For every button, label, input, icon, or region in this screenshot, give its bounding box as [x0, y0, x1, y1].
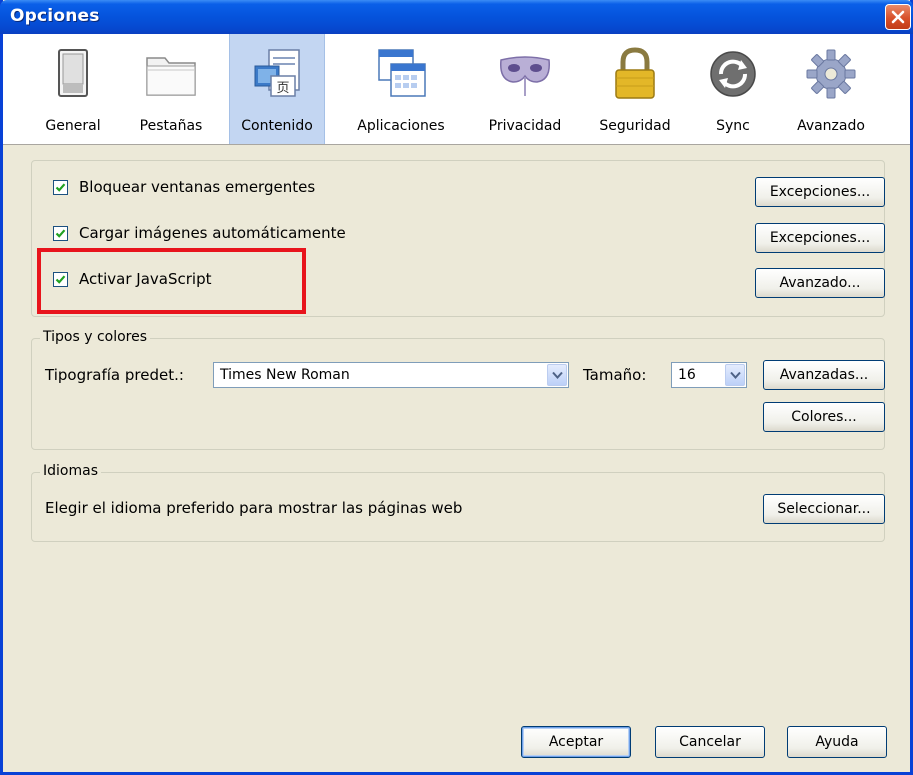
- chevron-down-icon: [730, 371, 741, 379]
- select-languages-button[interactable]: Seleccionar...: [763, 494, 885, 524]
- font-size-label: Tamaño:: [583, 366, 647, 384]
- options-toolbar: General Pestañas 页 Contenido Aplicacione…: [3, 34, 910, 145]
- dropdown-button[interactable]: [725, 364, 745, 386]
- title-bar[interactable]: Opciones: [0, 0, 913, 34]
- tab-label: General: [45, 118, 101, 134]
- fonts-advanced-button[interactable]: Avanzadas...: [763, 360, 885, 390]
- padlock-icon: [615, 47, 655, 99]
- gear-icon: [806, 49, 856, 99]
- images-exceptions-button[interactable]: Excepciones...: [755, 223, 885, 253]
- tab-pestanas[interactable]: Pestañas: [131, 34, 211, 144]
- tab-sync[interactable]: Sync: [695, 34, 771, 144]
- languages-legend: Idiomas: [40, 463, 101, 479]
- tab-label: Contenido: [241, 118, 313, 134]
- highlight-box: [37, 248, 306, 314]
- tab-aplicaciones[interactable]: Aplicaciones: [349, 34, 453, 144]
- javascript-advanced-button[interactable]: Avanzado...: [755, 268, 885, 298]
- tab-contenido[interactable]: 页 Contenido: [229, 34, 325, 144]
- images-label: Cargar imágenes automáticamente: [79, 224, 346, 242]
- tab-label: Pestañas: [139, 118, 203, 134]
- help-button[interactable]: Ayuda: [787, 726, 887, 758]
- font-size-select[interactable]: 16: [671, 362, 747, 388]
- tab-general[interactable]: General: [37, 34, 109, 144]
- options-dialog: Opciones General Pestañas 页 Contenido Ap…: [0, 0, 913, 775]
- default-font-select[interactable]: Times New Roman: [213, 362, 569, 388]
- popups-exceptions-button[interactable]: Excepciones...: [755, 177, 885, 207]
- tab-seguridad[interactable]: Seguridad: [587, 34, 683, 144]
- checkmark-icon: [55, 229, 66, 238]
- popups-label: Bloquear ventanas emergentes: [79, 178, 316, 196]
- dropdown-button[interactable]: [547, 364, 567, 386]
- window-title: Opciones: [10, 6, 100, 26]
- folder-tabs-icon: [146, 57, 196, 96]
- tab-avanzado[interactable]: Avanzado: [783, 34, 879, 144]
- ok-button[interactable]: Aceptar: [521, 726, 631, 758]
- popups-checkbox[interactable]: [53, 180, 68, 195]
- tab-label: Aplicaciones: [357, 118, 445, 134]
- checkmark-icon: [55, 183, 66, 192]
- chevron-down-icon: [552, 371, 563, 379]
- svg-text:页: 页: [276, 81, 289, 96]
- default-font-value: Times New Roman: [220, 367, 350, 383]
- close-icon: [891, 10, 905, 24]
- cancel-button[interactable]: Cancelar: [655, 726, 765, 758]
- fonts-colors-group: Tipos y colores: [31, 329, 885, 450]
- fonts-colors-legend: Tipos y colores: [40, 329, 151, 345]
- general-switch-icon: [58, 49, 88, 97]
- font-size-value: 16: [678, 367, 696, 383]
- default-font-label: Tipografía predet.:: [45, 366, 184, 384]
- tab-label: Sync: [716, 118, 750, 134]
- privacy-mask-icon: [500, 56, 550, 96]
- tab-label: Privacidad: [488, 118, 562, 134]
- close-button[interactable]: [885, 4, 911, 30]
- images-checkbox[interactable]: [53, 226, 68, 241]
- applications-calendar-icon: [378, 49, 426, 97]
- sync-arrows-icon: [710, 51, 756, 97]
- tab-privacidad[interactable]: Privacidad: [477, 34, 573, 144]
- languages-description: Elegir el idioma preferido para mostrar …: [45, 499, 463, 517]
- tab-label: Seguridad: [599, 118, 671, 134]
- colors-button[interactable]: Colores...: [763, 402, 885, 432]
- tab-label: Avanzado: [797, 118, 865, 134]
- content-document-icon: 页: [254, 49, 300, 97]
